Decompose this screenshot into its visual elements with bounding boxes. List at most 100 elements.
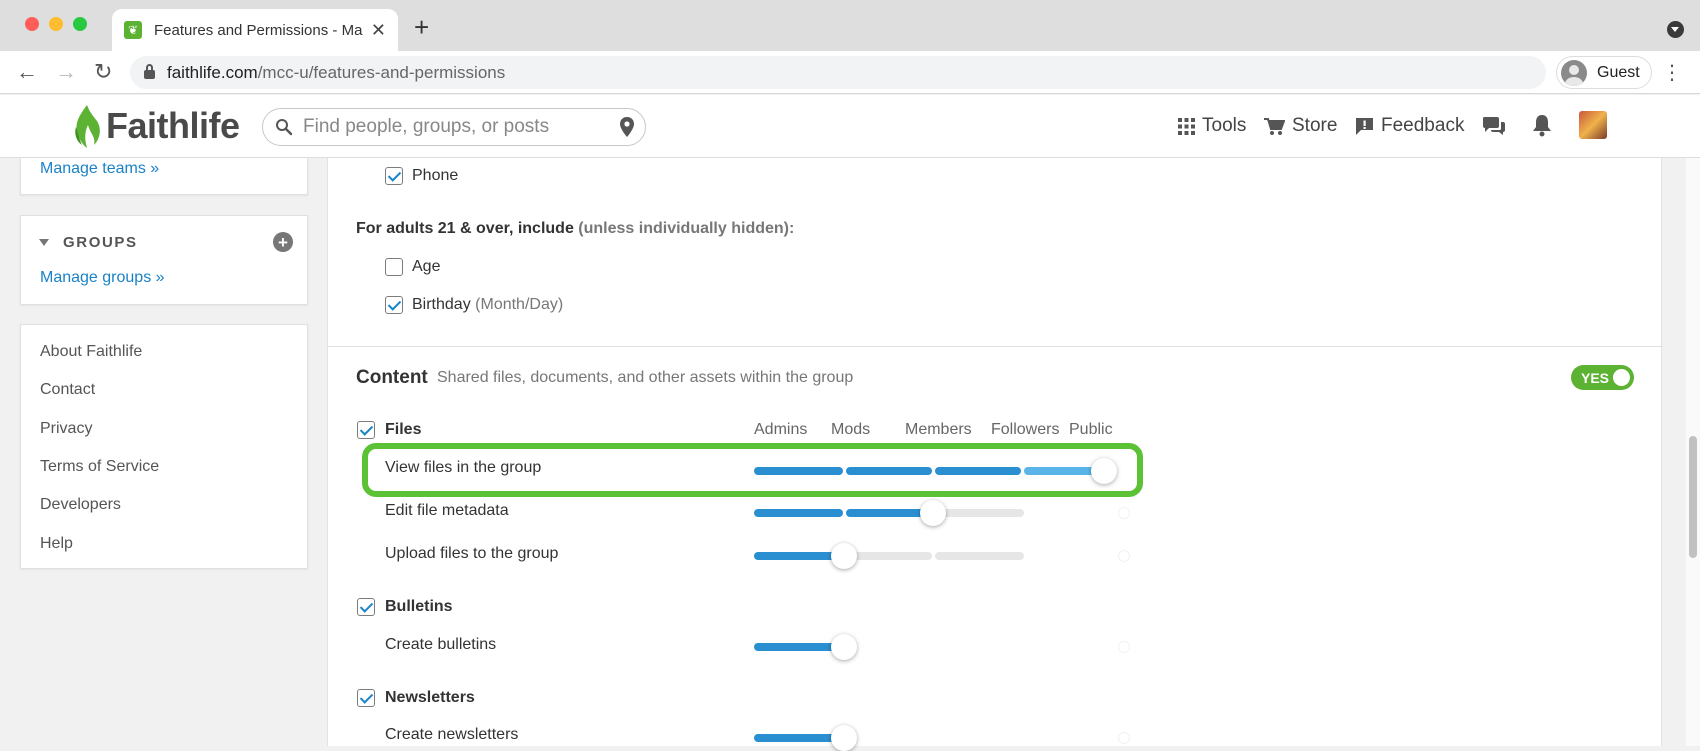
- faithlife-logo[interactable]: Faithlife: [72, 103, 240, 149]
- slider-segment: [754, 552, 843, 560]
- search-input[interactable]: Find people, groups, or posts: [303, 116, 619, 138]
- footer-links-card: About Faithlife Contact Privacy Terms of…: [20, 324, 308, 569]
- section-divider: [328, 346, 1663, 347]
- slider-handle[interactable]: [1091, 458, 1117, 484]
- search-box[interactable]: Find people, groups, or posts: [262, 108, 646, 146]
- newsletters-label: Newsletters: [385, 689, 475, 706]
- address-bar: ← → ↻ faithlife.com/mcc-u/features-and-p…: [0, 51, 1700, 94]
- age-label: Age: [412, 258, 441, 275]
- zoom-window-button[interactable]: [73, 17, 87, 31]
- newsletters-checkbox[interactable]: [357, 689, 375, 707]
- contact-link[interactable]: Contact: [40, 381, 95, 399]
- new-tab-button[interactable]: +: [414, 14, 429, 40]
- slider-segment: [754, 643, 843, 651]
- lock-icon: [144, 64, 155, 79]
- tools-menu[interactable]: Tools: [1178, 115, 1246, 137]
- minimize-window-button[interactable]: [49, 17, 63, 31]
- edit-metadata-slider[interactable]: [754, 500, 1130, 526]
- store-menu[interactable]: Store: [1264, 115, 1337, 137]
- slider-segment: [754, 509, 843, 517]
- create-bulletins-slider[interactable]: [754, 634, 1130, 660]
- birthday-label-text: Birthday: [412, 296, 471, 313]
- url-path: /mcc-u/features-and-permissions: [257, 62, 506, 82]
- messages-icon[interactable]: [1482, 115, 1506, 137]
- toggle-knob: [1613, 369, 1630, 386]
- content-enabled-toggle[interactable]: YES: [1571, 365, 1634, 390]
- bulletins-checkbox[interactable]: [357, 598, 375, 616]
- slider-handle[interactable]: [831, 543, 857, 569]
- column-followers: Followers: [991, 421, 1060, 438]
- help-link[interactable]: Help: [40, 535, 73, 553]
- toggle-label: YES: [1581, 369, 1610, 386]
- close-window-button[interactable]: [25, 17, 39, 31]
- slider-segment: [935, 467, 1021, 475]
- teams-card: Manage teams »: [20, 158, 308, 195]
- tab-close-icon[interactable]: ✕: [371, 20, 386, 41]
- upload-files-label: Upload files to the group: [385, 545, 559, 562]
- column-mods: Mods: [831, 421, 871, 438]
- age-checkbox[interactable]: [385, 258, 403, 276]
- manage-groups-link[interactable]: Manage groups »: [40, 269, 165, 287]
- slider-segment: [846, 552, 932, 560]
- bulletins-label: Bulletins: [385, 598, 453, 615]
- grid-icon: [1178, 117, 1195, 135]
- browser-tab[interactable]: ❦ Features and Permissions - Ma ✕: [112, 9, 398, 51]
- slider-segment: [1024, 467, 1100, 475]
- phone-label: Phone: [412, 167, 459, 184]
- scrollbar-thumb[interactable]: [1689, 436, 1697, 558]
- view-files-label: View files in the group: [385, 459, 542, 476]
- manage-teams-link[interactable]: Manage teams »: [40, 160, 159, 178]
- guest-avatar-icon: [1561, 59, 1587, 86]
- phone-checkbox[interactable]: [385, 167, 403, 185]
- user-avatar[interactable]: [1579, 111, 1607, 139]
- store-label: Store: [1292, 115, 1338, 136]
- slider-disabled-dot: [1118, 550, 1130, 562]
- location-pin-icon[interactable]: [619, 116, 635, 138]
- slider-disabled-dot: [1118, 507, 1130, 519]
- upload-files-slider[interactable]: [754, 543, 1130, 569]
- content-section-description: Shared files, documents, and other asset…: [437, 369, 854, 386]
- profile-button[interactable]: Guest: [1556, 56, 1652, 89]
- slider-segment: [935, 552, 1024, 560]
- page-scrollbar[interactable]: [1686, 158, 1700, 746]
- groups-card: GROUPS + Manage groups »: [20, 215, 308, 305]
- files-checkbox[interactable]: [357, 421, 375, 439]
- files-label: Files: [385, 421, 422, 438]
- add-group-icon[interactable]: +: [273, 232, 293, 252]
- profile-label: Guest: [1597, 63, 1640, 81]
- feedback-menu[interactable]: Feedback: [1355, 115, 1464, 137]
- forward-arrow-icon[interactable]: →: [55, 59, 77, 85]
- more-menu-icon[interactable]: ⋮: [1662, 60, 1682, 85]
- slider-handle[interactable]: [831, 634, 857, 660]
- tab-search-icon[interactable]: [1667, 21, 1684, 38]
- slider-handle[interactable]: [920, 500, 946, 526]
- birthday-label: Birthday (Month/Day): [412, 296, 563, 314]
- slider-segment: [846, 467, 932, 475]
- feedback-label: Feedback: [1381, 115, 1465, 136]
- create-bulletins-label: Create bulletins: [385, 636, 497, 653]
- url-domain: faithlife.com: [167, 62, 258, 82]
- reload-icon[interactable]: ↻: [94, 59, 112, 85]
- tools-label: Tools: [1202, 115, 1247, 136]
- slider-disabled-dot: [1118, 641, 1130, 653]
- back-arrow-icon[interactable]: ←: [16, 59, 38, 85]
- create-newsletters-slider[interactable]: [754, 725, 1130, 751]
- notifications-bell-icon[interactable]: [1532, 114, 1552, 137]
- about-link[interactable]: About Faithlife: [40, 343, 142, 361]
- groups-section-toggle[interactable]: GROUPS: [39, 234, 138, 251]
- slider-segment: [754, 734, 843, 742]
- logo-text: Faithlife: [106, 105, 240, 146]
- url-field[interactable]: faithlife.com/mcc-u/features-and-permiss…: [130, 56, 1546, 89]
- birthday-checkbox[interactable]: [385, 296, 403, 314]
- adults-heading-text: For adults 21 & over, include: [356, 220, 574, 237]
- create-newsletters-label: Create newsletters: [385, 726, 519, 743]
- tab-title: Features and Permissions - Ma: [154, 21, 363, 39]
- slider-handle[interactable]: [831, 725, 857, 751]
- privacy-link[interactable]: Privacy: [40, 420, 92, 438]
- terms-link[interactable]: Terms of Service: [40, 458, 159, 476]
- developers-link[interactable]: Developers: [40, 496, 121, 514]
- slider-segment: [935, 509, 1024, 517]
- browser-tab-bar: ❦ Features and Permissions - Ma ✕ +: [0, 0, 1700, 51]
- view-files-slider[interactable]: [754, 458, 1117, 484]
- permissions-panel: Phone For adults 21 & over, include (unl…: [327, 158, 1663, 751]
